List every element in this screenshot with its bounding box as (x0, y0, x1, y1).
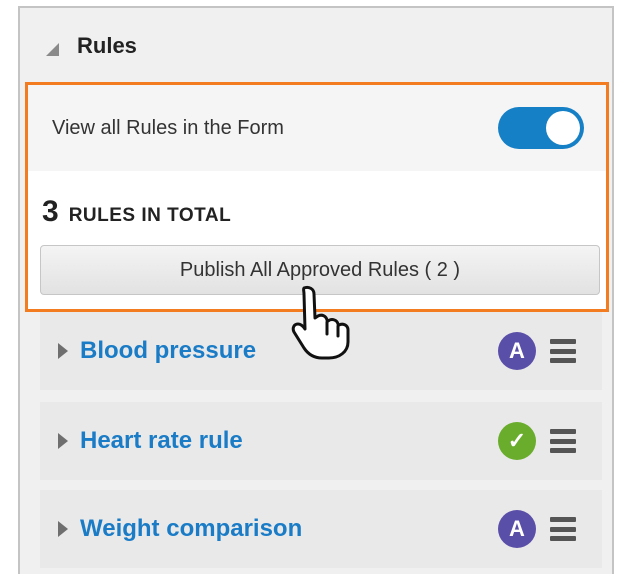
panel-header[interactable]: Rules (20, 8, 612, 84)
hamburger-menu-icon[interactable] (550, 429, 576, 453)
expand-triangle-icon[interactable] (58, 343, 68, 359)
approved-a-badge: A (498, 332, 536, 370)
hand-pointer-cursor-icon (291, 285, 350, 360)
rules-total-label: RULES IN TOTAL (68, 205, 232, 226)
rules-total-count: 3 (42, 195, 59, 228)
expand-triangle-icon[interactable] (58, 433, 68, 449)
view-all-rules-toggle[interactable] (498, 107, 584, 149)
approved-a-badge: A (498, 510, 536, 548)
rule-name[interactable]: Weight comparison (80, 515, 498, 543)
check-circle-icon: ✓ (498, 422, 536, 460)
hamburger-menu-icon[interactable] (550, 517, 576, 541)
collapse-triangle-icon[interactable] (46, 42, 59, 56)
rule-item-weight-comparison[interactable]: Weight comparison A (40, 490, 602, 568)
panel-title: Rules (77, 33, 137, 58)
rules-total: 3 RULES IN TOTAL (42, 195, 231, 229)
toggle-knob (546, 111, 580, 145)
toggle-label: View all Rules in the Form (52, 116, 284, 139)
rule-item-heart-rate[interactable]: Heart rate rule ✓ (40, 402, 602, 480)
rule-name[interactable]: Heart rate rule (80, 427, 498, 455)
expand-triangle-icon[interactable] (58, 521, 68, 537)
highlight-box: View all Rules in the Form 3 RULES IN TO… (25, 82, 609, 312)
view-all-toggle-row: View all Rules in the Form (28, 85, 606, 171)
hamburger-menu-icon[interactable] (550, 339, 576, 363)
